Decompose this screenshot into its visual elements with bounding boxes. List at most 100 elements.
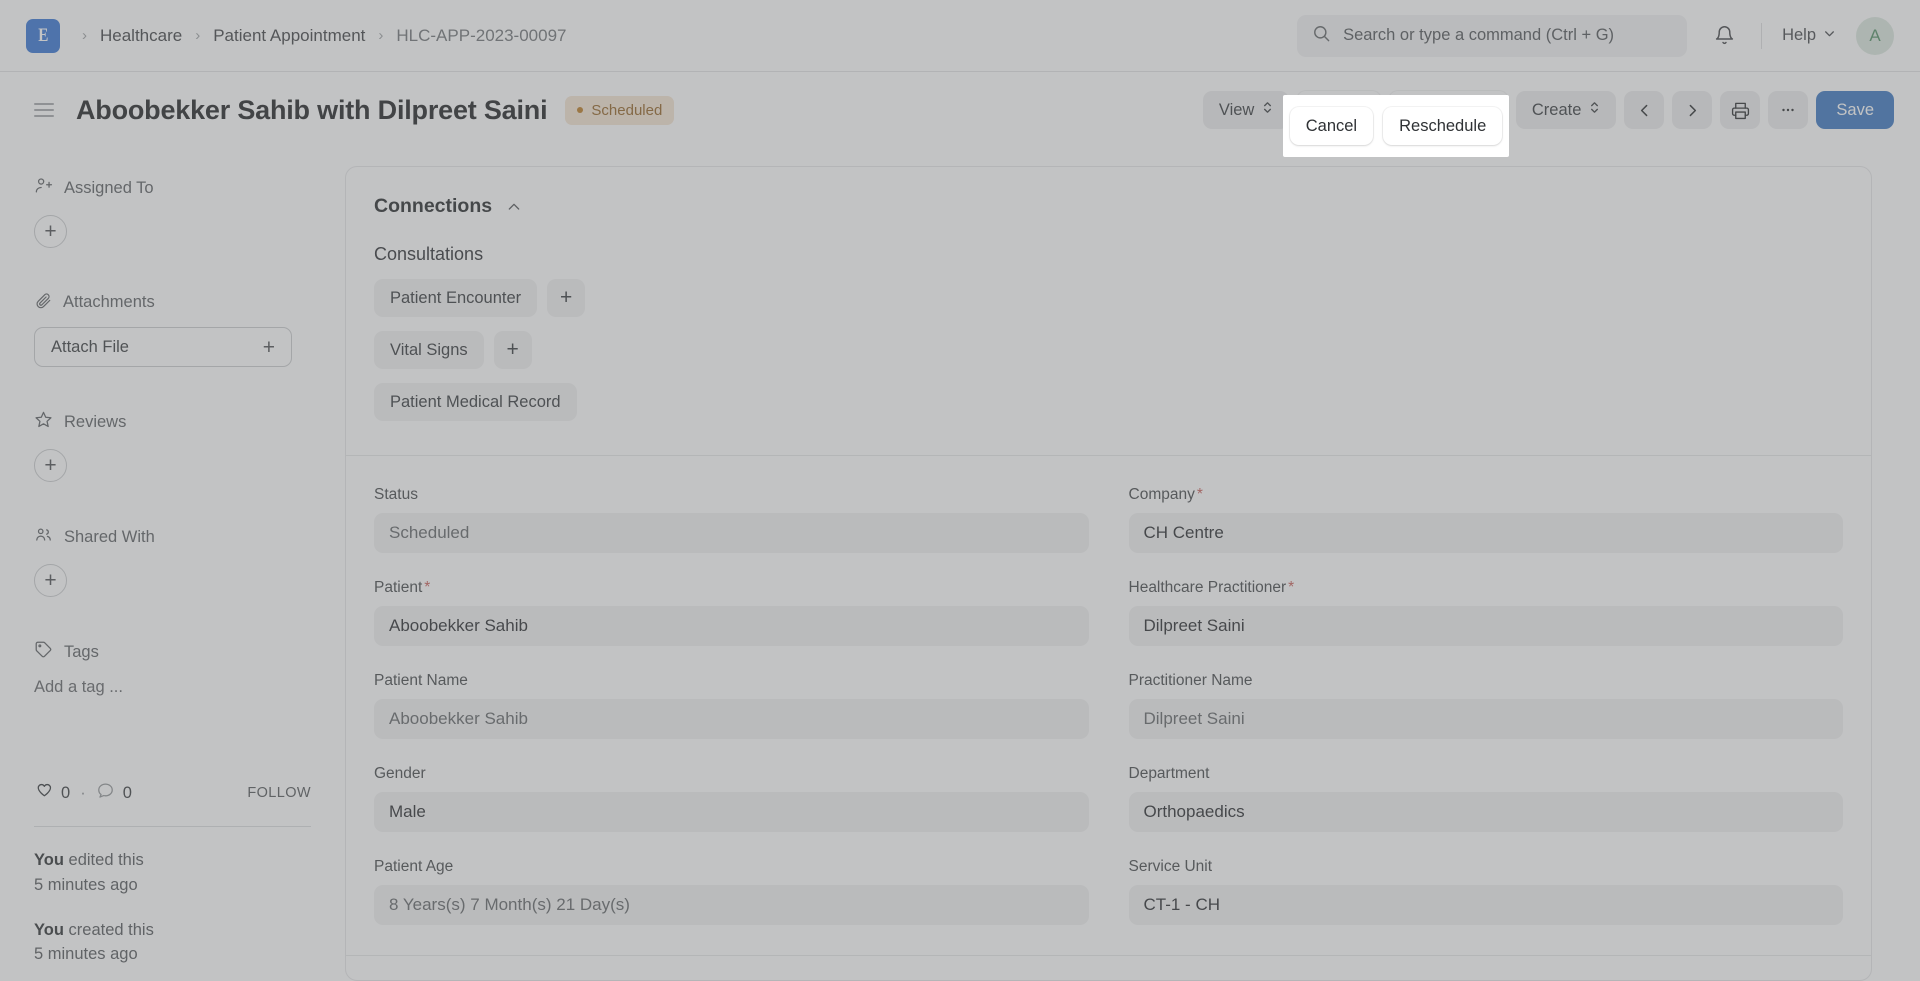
comment-count: 0 <box>122 783 132 802</box>
healthcare-practitioner-value[interactable]: Dilpreet Saini <box>1128 606 1843 646</box>
department-value[interactable]: Orthopaedics <box>1128 792 1843 832</box>
activity-log: You edited this 5 minutes ago You create… <box>34 848 311 967</box>
service-unit-value[interactable]: CT-1 - CH <box>1128 885 1843 925</box>
field-label: Patient * <box>374 579 1089 597</box>
field-label-text: Healthcare Practitioner <box>1128 579 1287 596</box>
ellipsis-icon[interactable] <box>1768 91 1809 129</box>
chevron-up-icon[interactable] <box>506 199 522 215</box>
sidebar-section-reviews: Reviews <box>34 410 311 434</box>
field-label-text: Gender <box>374 765 426 782</box>
status-value[interactable]: Scheduled <box>374 513 1089 553</box>
field-label-text: Status <box>374 486 418 503</box>
connection-row: Patient Medical Record <box>374 383 1843 421</box>
connection-chip-patient-encounter[interactable]: Patient Encounter <box>374 279 538 317</box>
add-assignment-button[interactable]: + <box>34 215 67 248</box>
breadcrumb-item-patient-appointment[interactable]: Patient Appointment <box>213 26 365 46</box>
consultations-title: Consultations <box>374 244 484 264</box>
chevron-updown-icon <box>1262 100 1273 120</box>
chevron-left-icon[interactable] <box>1624 91 1665 129</box>
follow-button[interactable]: FOLLOW <box>247 785 311 801</box>
connection-row: Vital Signs + <box>374 331 1843 369</box>
connection-chip-vital-signs[interactable]: Vital Signs <box>374 331 484 369</box>
status-badge-label: Scheduled <box>591 101 663 119</box>
activity-actor: You <box>34 920 64 939</box>
required-asterisk: * <box>1196 486 1203 503</box>
field-label: Gender <box>374 765 1089 783</box>
chevron-down-icon <box>1823 26 1836 45</box>
comment-icon <box>96 781 115 805</box>
search-box[interactable] <box>1297 14 1688 57</box>
gender-value[interactable]: Male <box>374 792 1089 832</box>
connection-row: Patient Encounter + <box>374 279 1843 317</box>
add-review-button[interactable]: + <box>34 449 67 482</box>
activity-action: created this <box>63 920 154 939</box>
field-status: Status Scheduled <box>374 486 1089 553</box>
printer-icon[interactable] <box>1720 91 1761 129</box>
field-patient-age: Patient Age 8 Years(s) 7 Month(s) 21 Day… <box>374 858 1089 925</box>
required-asterisk: * <box>1288 579 1295 596</box>
add-share-button[interactable]: + <box>34 564 67 597</box>
search-icon <box>1312 24 1331 48</box>
top-navbar: E › Healthcare › Patient Appointment › H… <box>0 0 1920 72</box>
field-practitioner-name: Practitioner Name Dilpreet Saini <box>1128 672 1843 739</box>
save-button-label: Save <box>1836 100 1874 119</box>
users-icon <box>34 525 53 549</box>
status-badge: Scheduled <box>565 95 675 125</box>
chevron-updown-icon <box>1589 100 1600 120</box>
heart-icon <box>34 781 53 805</box>
search-input[interactable] <box>1343 26 1673 45</box>
hamburger-icon[interactable] <box>34 103 54 117</box>
app-logo-letter: E <box>37 24 49 46</box>
field-patient-name: Patient Name Aboobekker Sahib <box>374 672 1089 739</box>
help-menu[interactable]: Help <box>1782 26 1836 45</box>
sidebar-label-reviews: Reviews <box>64 412 127 431</box>
field-label-text: Service Unit <box>1128 858 1213 875</box>
create-button-label: Create <box>1531 100 1582 119</box>
reschedule-button-highlighted[interactable]: Reschedule <box>1383 107 1503 145</box>
breadcrumb-separator: › <box>378 27 384 44</box>
connection-chip-patient-medical-record[interactable]: Patient Medical Record <box>374 383 577 421</box>
page-body: Assigned To + Attachments Attach File + <box>0 148 1920 981</box>
add-tag-input[interactable]: Add a tag ... <box>34 678 311 697</box>
connections-header: Connections <box>374 195 1843 218</box>
sidebar-label-attachments: Attachments <box>63 293 155 311</box>
bell-icon[interactable] <box>1707 19 1741 53</box>
app-logo[interactable]: E <box>26 18 60 53</box>
add-vital-signs-button[interactable]: + <box>493 331 532 369</box>
meta-separator: · <box>80 783 86 802</box>
comment-group[interactable]: 0 <box>96 781 132 805</box>
form-card: Connections Consultations Patient Encoun… <box>345 166 1872 981</box>
cancel-button-highlighted[interactable]: Cancel <box>1289 107 1374 145</box>
breadcrumb-item-document-id[interactable]: HLC-APP-2023-00097 <box>396 26 566 46</box>
like-group[interactable]: 0 <box>34 781 70 805</box>
activity-actor: You <box>34 851 64 869</box>
field-service-unit: Service Unit CT-1 - CH <box>1128 858 1843 925</box>
spotlight-action-group: Cancel Reschedule <box>1283 95 1509 157</box>
tag-icon <box>34 640 53 664</box>
attach-file-label: Attach File <box>51 337 129 356</box>
breadcrumb-item-healthcare[interactable]: Healthcare <box>100 26 182 46</box>
field-healthcare-practitioner: Healthcare Practitioner * Dilpreet Saini <box>1128 579 1843 646</box>
practitioner-name-value[interactable]: Dilpreet Saini <box>1128 699 1843 739</box>
chevron-right-icon[interactable] <box>1672 91 1713 129</box>
add-patient-encounter-button[interactable]: + <box>547 279 586 317</box>
patient-value[interactable]: Aboobekker Sahib <box>374 606 1089 646</box>
star-icon <box>34 410 53 434</box>
sidebar-section-shared-with: Shared With <box>34 525 311 549</box>
sidebar: Assigned To + Attachments Attach File + <box>0 148 345 981</box>
patient-age-value[interactable]: 8 Years(s) 7 Month(s) 21 Day(s) <box>374 885 1089 925</box>
view-button[interactable]: View <box>1202 91 1290 129</box>
sidebar-section-tags: Tags <box>34 640 311 664</box>
company-value[interactable]: CH Centre <box>1128 513 1843 553</box>
breadcrumb-separator: › <box>195 27 201 44</box>
attach-file-button[interactable]: Attach File + <box>34 327 292 367</box>
avatar[interactable]: A <box>1856 16 1894 55</box>
activity-time: 5 minutes ago <box>34 875 138 894</box>
patient-name-value[interactable]: Aboobekker Sahib <box>374 699 1089 739</box>
save-button[interactable]: Save <box>1816 91 1894 129</box>
app-root: E › Healthcare › Patient Appointment › H… <box>0 0 1920 981</box>
create-button[interactable]: Create <box>1515 91 1617 129</box>
field-patient: Patient * Aboobekker Sahib <box>374 579 1089 646</box>
navbar-right-group: Help A <box>1297 14 1894 57</box>
plus-icon: + <box>262 335 275 359</box>
